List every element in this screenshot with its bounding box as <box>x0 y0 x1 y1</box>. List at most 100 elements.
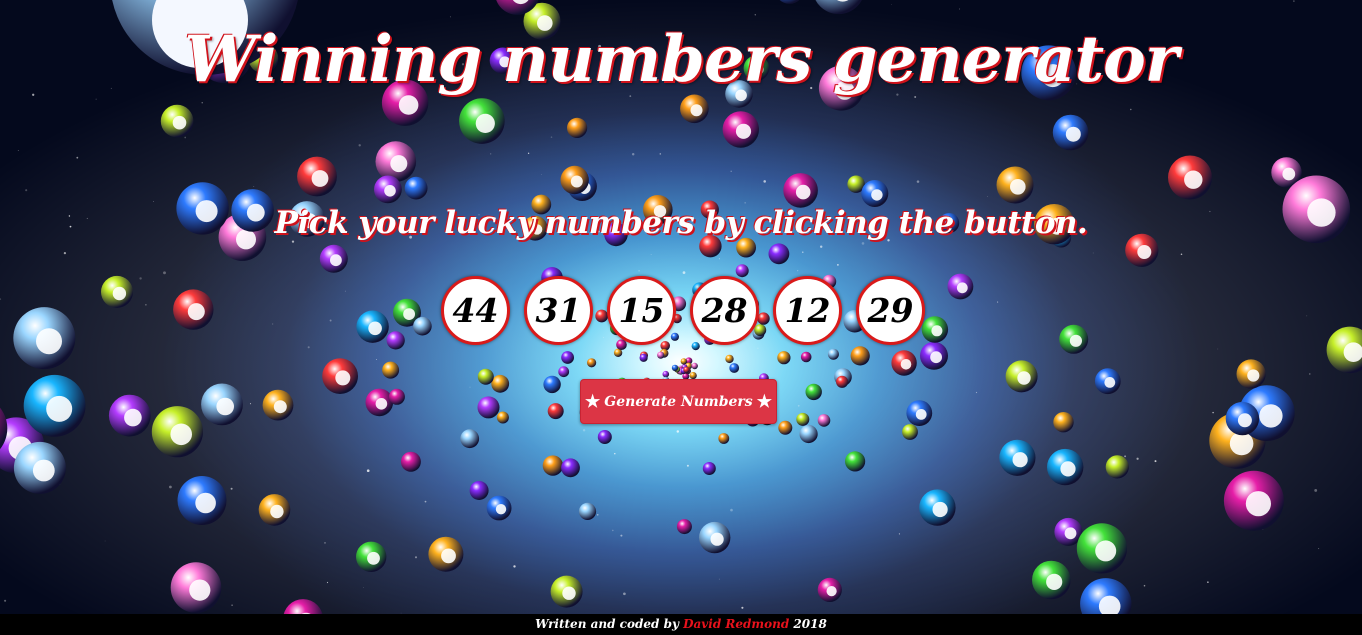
bingo-ball-decoration <box>460 429 480 449</box>
bingo-ball-label-spot <box>46 395 73 422</box>
bingo-ball-decoration <box>477 396 500 419</box>
star-dot <box>95 98 97 100</box>
number-ball: 31 <box>524 276 593 345</box>
bingo-ball-label-spot <box>403 308 415 320</box>
bingo-ball-decoration <box>725 354 734 364</box>
star-dot <box>898 533 900 535</box>
bingo-ball-decoration <box>491 374 510 393</box>
star-dot <box>513 565 516 568</box>
bingo-ball-label-spot <box>330 254 342 267</box>
star-dot <box>682 271 686 274</box>
bingo-ball-decoration <box>1053 412 1074 433</box>
number-ball: 44 <box>441 276 510 345</box>
star-dot <box>1318 548 1320 550</box>
bingo-ball-label-spot <box>931 325 943 337</box>
bingo-ball-decoration <box>799 424 818 444</box>
star-dot <box>757 347 759 349</box>
bingo-ball-decoration <box>469 481 489 500</box>
bingo-ball-label-spot <box>900 359 912 370</box>
bingo-ball-label-spot <box>1017 371 1031 385</box>
bingo-ball-decoration <box>561 458 580 478</box>
star-dot <box>620 534 623 537</box>
star-dot <box>1124 455 1127 458</box>
star-dot <box>231 604 233 607</box>
bingo-ball-decoration <box>388 388 405 405</box>
bingo-ball-decoration <box>386 331 405 350</box>
footer-author-link[interactable]: David Redmond <box>683 617 789 631</box>
winning-numbers: 44 31 15 28 12 29 <box>441 276 925 345</box>
bingo-ball-label-spot <box>475 113 495 133</box>
bingo-ball-label-spot <box>170 423 192 446</box>
bingo-ball-decoration <box>718 433 730 444</box>
star-dot <box>975 391 978 394</box>
bingo-ball-decoration <box>680 358 687 365</box>
star-dot <box>424 500 427 503</box>
star-dot <box>307 346 310 349</box>
star-dot <box>362 586 364 588</box>
star-dot <box>611 529 614 532</box>
bingo-ball-label-spot <box>826 586 837 597</box>
bingo-ball-label-spot <box>384 185 396 197</box>
bingo-ball-decoration <box>382 361 400 379</box>
bingo-ball-label-spot <box>36 328 62 355</box>
star-dot <box>25 189 28 192</box>
star-dot <box>718 258 720 260</box>
bingo-ball-label-spot <box>710 532 724 546</box>
bingo-ball-label-spot <box>216 397 234 416</box>
star-dot <box>1130 108 1132 111</box>
bingo-ball-decoration <box>671 364 679 372</box>
star-dot <box>63 251 67 255</box>
star-dot <box>916 180 920 183</box>
star-dot <box>490 153 492 155</box>
star-dot <box>730 170 732 173</box>
page-subtitle: Pick your lucky numbers by clicking the … <box>274 205 1088 241</box>
bingo-ball-label-spot <box>930 351 942 364</box>
bingo-ball-decoration <box>777 351 791 365</box>
bingo-ball-label-spot <box>795 184 811 200</box>
star-dot <box>861 242 865 245</box>
star-dot <box>163 271 166 275</box>
bingo-ball-label-spot <box>335 370 351 386</box>
footer-prefix: Written and coded by <box>535 617 679 631</box>
bingo-ball-label-spot <box>735 123 752 139</box>
bingo-ball-label-spot <box>189 579 211 601</box>
bingo-ball-label-spot <box>187 303 205 321</box>
bingo-ball-decoration <box>729 363 740 373</box>
bingo-ball-label-spot <box>871 189 883 201</box>
star-dot <box>614 452 616 455</box>
star-dot <box>1212 411 1214 414</box>
bingo-ball-decoration <box>796 412 810 426</box>
star-dot <box>201 102 203 104</box>
bingo-ball-label-spot <box>124 408 142 427</box>
star-dot <box>1092 252 1094 254</box>
star-dot <box>1314 488 1318 492</box>
star-dot <box>797 404 800 407</box>
bingo-ball-label-spot <box>1095 540 1117 562</box>
star-dot <box>184 136 187 139</box>
star-dot <box>1154 460 1157 463</box>
bingo-ball-decoration <box>567 117 588 138</box>
bingo-ball-label-spot <box>1237 413 1252 428</box>
star-dot <box>104 540 106 542</box>
bingo-ball-label-spot <box>368 321 382 336</box>
bingo-ball-label-spot <box>1247 369 1260 382</box>
bingo-ball-decoration <box>543 375 561 394</box>
bingo-ball-decoration <box>587 358 597 368</box>
generate-numbers-button[interactable]: ★ Generate Numbers ★ <box>580 379 777 424</box>
star-dot <box>623 592 626 596</box>
bingo-ball-decoration <box>836 375 849 388</box>
bingo-ball-decoration <box>800 351 812 363</box>
bingo-ball-label-spot <box>273 400 287 414</box>
bingo-ball-label-spot <box>1104 377 1116 388</box>
bingo-ball-label-spot <box>1137 245 1152 259</box>
bingo-ball-decoration <box>400 451 421 472</box>
bingo-ball-label-spot <box>172 115 187 130</box>
bingo-ball-decoration <box>578 502 597 520</box>
bingo-ball-decoration <box>542 455 564 476</box>
bingo-ball-label-spot <box>270 504 284 519</box>
star-dot <box>344 290 346 292</box>
star-dot <box>744 202 746 204</box>
star-dot <box>249 403 252 405</box>
star-dot <box>1309 373 1311 375</box>
bingo-ball-decoration <box>561 351 574 364</box>
